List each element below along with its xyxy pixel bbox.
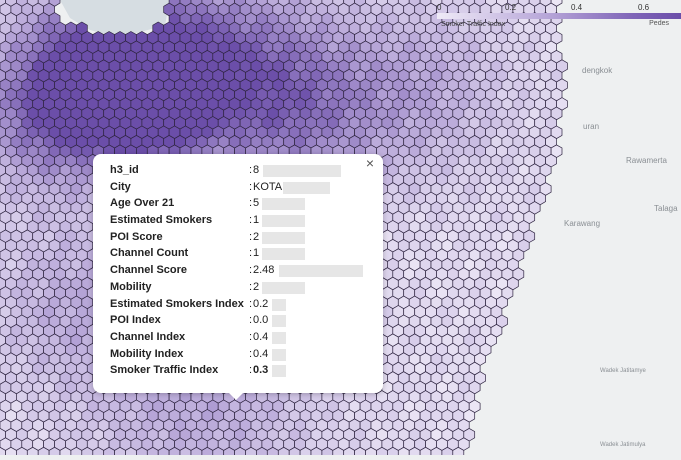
legend-tick-2: 0.4 <box>571 3 583 12</box>
row-label: Channel Index <box>110 330 186 343</box>
redaction-bar <box>272 298 286 311</box>
row-label: POI Index <box>110 314 161 327</box>
place-label-uran: uran <box>583 122 600 131</box>
row-label: Estimated Smokers <box>110 214 213 227</box>
redaction-bar <box>272 315 286 328</box>
row-label: Channel Score <box>110 264 188 277</box>
place-label-talaga: Talaga <box>654 204 678 213</box>
legend-tick-3: 0.6 <box>638 3 650 12</box>
row-label: Mobility <box>110 280 152 293</box>
redaction-bar <box>262 215 305 228</box>
hexagon-tooltip: × h3_id : 8 City : KOTA Age Over 21 : 5 … <box>93 154 383 400</box>
row-label: POI Score <box>110 230 163 243</box>
redaction-bar <box>262 231 305 244</box>
redaction-bar <box>272 348 286 361</box>
place-label-karawang: Karawang <box>564 219 601 228</box>
redaction-bar <box>263 165 341 177</box>
redaction-bar <box>272 331 286 344</box>
redaction-bar <box>262 248 305 261</box>
row-value: 0.4 <box>253 347 269 360</box>
row-label: Channel Count <box>110 247 189 260</box>
row-label: Estimated Smokers Index <box>110 297 244 310</box>
row-value: 5 <box>253 197 260 210</box>
color-legend: 0 0.2 0.4 0.6 Smoker Traffic Index Pedes <box>425 0 681 30</box>
row-value: 0.4 <box>253 330 269 343</box>
row-value: 0.2 <box>253 297 269 310</box>
legend-title: Smoker Traffic Index <box>441 21 506 28</box>
row-value: 2 <box>253 280 260 293</box>
redaction-bar <box>279 265 363 278</box>
redaction-bar <box>262 198 305 211</box>
row-label: Mobility Index <box>110 347 184 360</box>
legend-extra-label: Pedes <box>649 20 669 27</box>
row-value: 1 <box>253 214 260 227</box>
row-label: Age Over 21 <box>110 197 175 210</box>
row-value: 1 <box>253 247 260 260</box>
legend-tick-0: 0 <box>437 3 442 12</box>
row-label: h3_id <box>110 164 139 176</box>
legend-tick-1: 0.2 <box>505 3 517 12</box>
legend-gradient-bar <box>437 13 681 19</box>
row-value: 0.0 <box>253 314 269 327</box>
row-value: KOTA <box>253 180 283 193</box>
row-value: 0.3 <box>253 364 269 377</box>
redaction-bar <box>272 365 286 378</box>
row-value: 2.48 <box>253 264 275 277</box>
place-label-rawamerta: Rawamerta <box>626 156 667 165</box>
map-credit-label-2: Wadek Jatimulya <box>600 442 646 448</box>
row-value: 8 <box>253 164 260 176</box>
row-value: 2 <box>253 230 260 243</box>
close-icon[interactable]: × <box>363 156 377 170</box>
redaction-bar <box>283 181 330 194</box>
place-label-dengkok: dengkok <box>582 66 613 75</box>
map-credit-label: Wadek Jatitamye <box>600 368 646 374</box>
row-label: Smoker Traffic Index <box>110 364 219 377</box>
row-label: City <box>110 180 131 193</box>
redaction-bar <box>262 281 305 294</box>
